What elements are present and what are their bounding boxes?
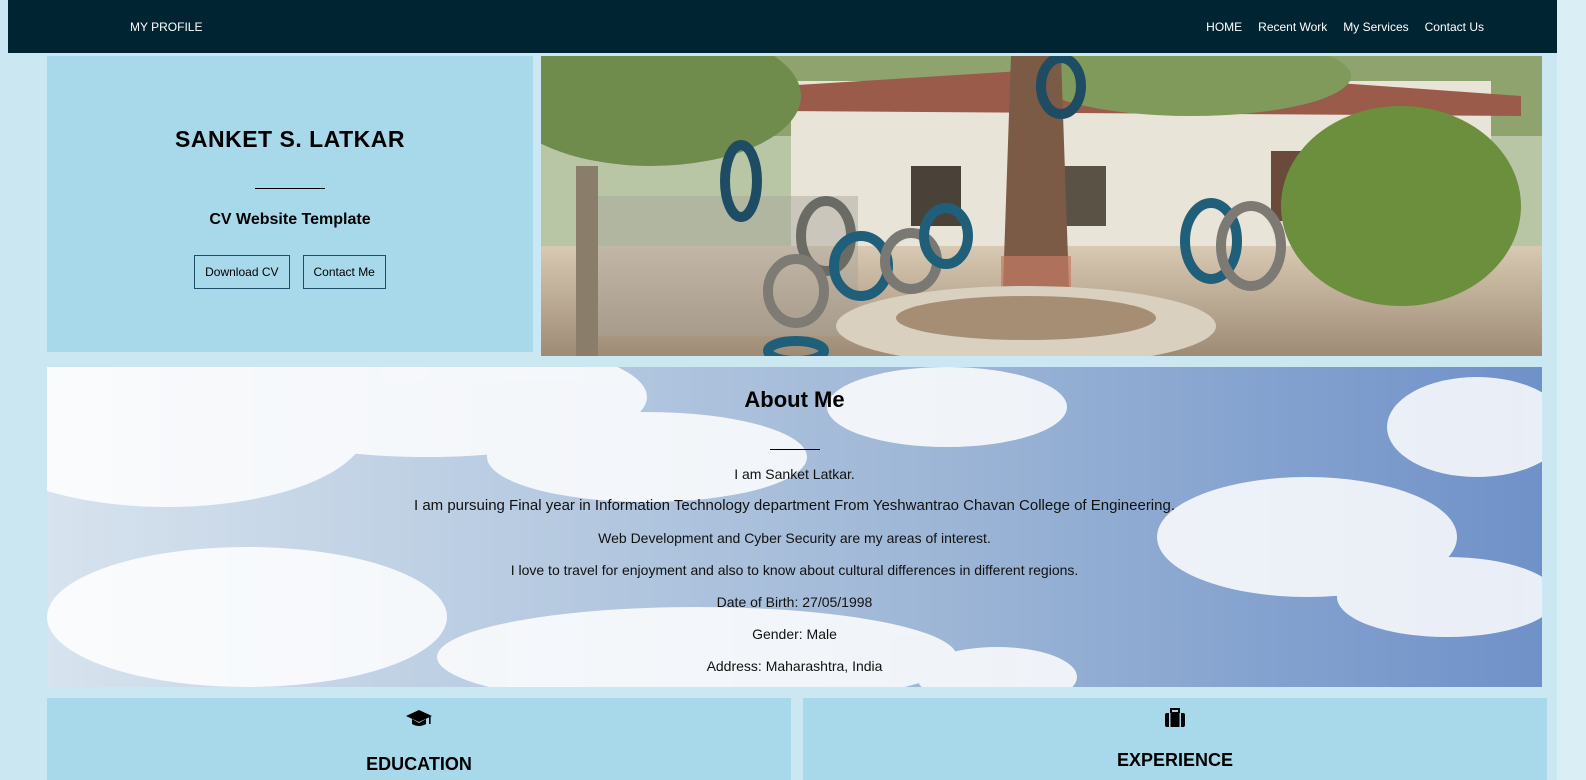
hero-name: SANKET S. LATKAR xyxy=(175,126,405,152)
about-line: I love to travel for enjoyment and also … xyxy=(510,562,1079,578)
brand-link[interactable]: MY PROFILE xyxy=(130,20,202,34)
nav-links: HOME Recent Work My Services Contact Us xyxy=(1206,20,1484,34)
download-cv-button[interactable]: Download CV xyxy=(194,255,290,289)
nav-link-contact-us[interactable]: Contact Us xyxy=(1425,20,1484,34)
contact-me-button[interactable]: Contact Me xyxy=(302,255,386,289)
briefcase-icon xyxy=(803,708,1547,733)
nav-link-home[interactable]: HOME xyxy=(1206,20,1242,34)
about-title: About Me xyxy=(744,387,845,412)
about-line: Gender: Male xyxy=(752,626,837,642)
page-scrollbar[interactable] xyxy=(1557,0,1586,780)
navbar: MY PROFILE HOME Recent Work My Services … xyxy=(8,0,1557,53)
about-line: Address: Maharashtra, India xyxy=(706,658,883,674)
hero-buttons: Download CV Contact Me xyxy=(47,255,533,289)
experience-title: EXPERIENCE xyxy=(1116,750,1234,770)
about-line: I am pursuing Final year in Information … xyxy=(414,497,1175,514)
about-line: Date of Birth: 27/05/1998 xyxy=(716,594,873,610)
about-section: About Me I am Sanket Latkar. I am pursui… xyxy=(47,367,1542,687)
graduation-cap-icon xyxy=(47,708,791,735)
about-divider xyxy=(770,449,820,450)
experience-card: EXPERIENCE xyxy=(803,698,1547,780)
hero-photo xyxy=(541,56,1542,356)
about-line: I am Sanket Latkar. xyxy=(734,466,855,482)
about-line: Web Development and Cyber Security are m… xyxy=(598,530,991,546)
hero-intro-panel: SANKET S. LATKAR CV Website Template Dow… xyxy=(47,56,533,352)
hero-subtitle: CV Website Template xyxy=(209,211,371,228)
nav-link-recent-work[interactable]: Recent Work xyxy=(1258,20,1327,34)
nav-link-my-services[interactable]: My Services xyxy=(1343,20,1408,34)
education-title: EDUCATION xyxy=(366,754,472,774)
education-card: EDUCATION xyxy=(47,698,791,780)
about-text: I am Sanket Latkar. I am pursuing Final … xyxy=(47,465,1542,687)
hero-divider xyxy=(255,188,325,189)
